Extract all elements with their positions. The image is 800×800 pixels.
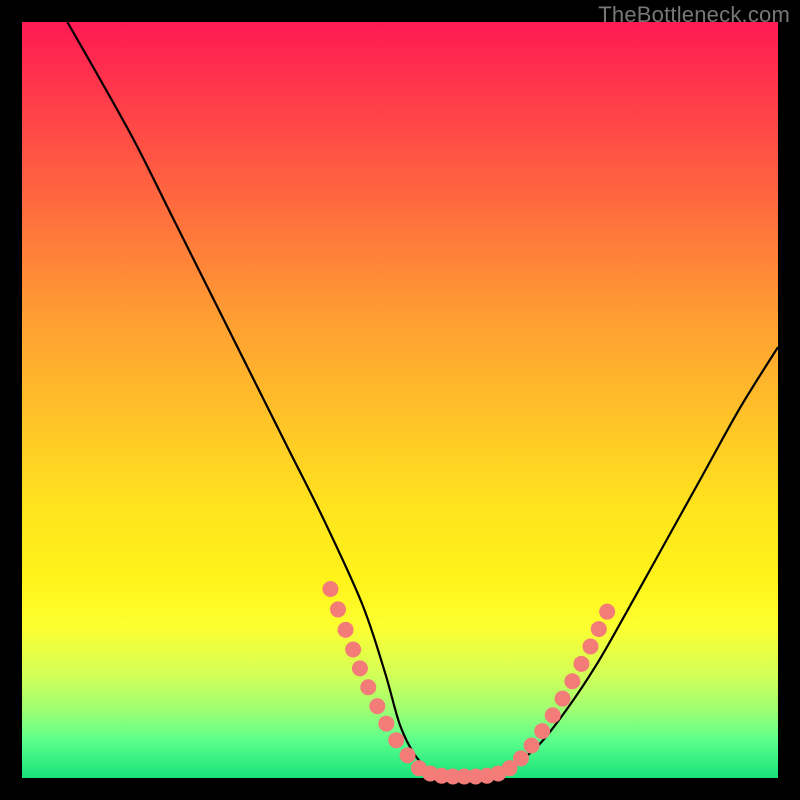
watermark-text: TheBottleneck.com (598, 2, 790, 28)
data-point (369, 698, 385, 714)
data-point (555, 691, 571, 707)
data-point (545, 707, 561, 723)
data-point (564, 673, 580, 689)
data-point (573, 656, 589, 672)
data-point (322, 581, 338, 597)
data-point (513, 750, 529, 766)
bottleneck-curve (67, 22, 778, 779)
plot-area (22, 22, 778, 778)
data-point (400, 747, 416, 763)
data-point (388, 732, 404, 748)
data-point (599, 604, 615, 620)
data-point (524, 737, 540, 753)
data-point (330, 601, 346, 617)
data-point (591, 621, 607, 637)
data-point (583, 638, 599, 654)
data-point (534, 723, 550, 739)
chart-frame: TheBottleneck.com (0, 0, 800, 800)
data-point (378, 716, 394, 732)
data-point (338, 622, 354, 638)
chart-svg (22, 22, 778, 778)
marker-layer (322, 581, 615, 784)
curve-layer (67, 22, 778, 779)
data-point (360, 679, 376, 695)
data-point (345, 641, 361, 657)
data-point (352, 660, 368, 676)
